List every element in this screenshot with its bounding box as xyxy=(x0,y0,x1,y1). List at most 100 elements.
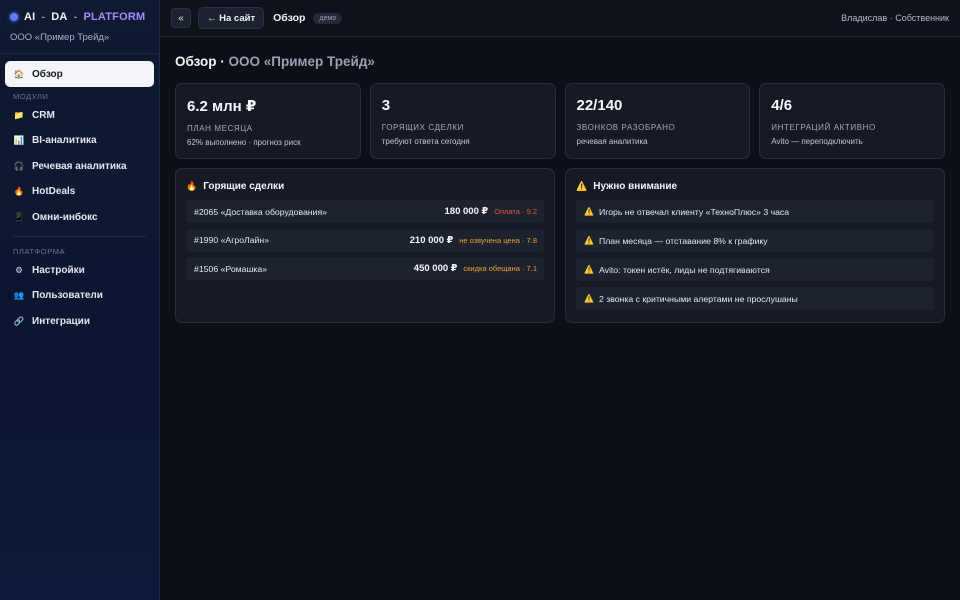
stat-label: ИНТЕГРАЦИЙ АКТИВНО xyxy=(771,123,876,132)
headphones-icon: 🎧 xyxy=(13,160,25,171)
brand-part-ai: AI xyxy=(24,11,36,23)
fire-icon: 🔥 xyxy=(186,181,198,191)
page-title: Обзор · ООО «Пример Трейд» xyxy=(175,54,945,70)
alert-item[interactable]: ⚠️ 2 звонка с критичными алертами не про… xyxy=(576,287,934,310)
warning-icon: ⚠️ xyxy=(584,294,594,303)
stat-label: ПЛАН МЕСЯЦА xyxy=(187,124,253,133)
brand-logo[interactable]: AI - DA - PLATFORM xyxy=(10,11,149,23)
collapse-sidebar-button[interactable]: « xyxy=(171,8,191,28)
deal-name: #2065 «Доставка оборудования» xyxy=(194,206,327,217)
sidebar-item-label: Пользователи xyxy=(32,290,103,301)
sidebar-item-label: BI-аналитика xyxy=(32,135,97,146)
sidebar-item-label: CRM xyxy=(32,109,55,121)
deal-name: #1990 «АгроЛайн» xyxy=(194,235,270,245)
alert-text: Avito: токен истёк, лиды не подтягиваютс… xyxy=(598,264,770,275)
stat-value: 22/140 xyxy=(576,97,623,114)
sidebar-item-label: Речевая аналитика xyxy=(32,160,127,172)
folder-icon: 📁 xyxy=(13,109,25,120)
sidebar-section-platform: ПЛАТФОРМА xyxy=(13,246,66,256)
alert-list: ⚠️ Игорь не отвечал клиенту «ТехноПлюс» … xyxy=(576,200,934,310)
demo-badge: демо xyxy=(313,12,343,24)
brand-separator: - xyxy=(41,11,46,23)
bar-chart-icon: 📊 xyxy=(13,135,25,145)
stat-subtitle: речевая аналитика xyxy=(576,137,648,146)
brand-dot-icon xyxy=(10,13,18,21)
sidebar: AI - DA - PLATFORM ООО «Пример Трейд» 🏠 … xyxy=(0,0,160,600)
attention-panel: ⚠️ Нужно внимание ⚠️ Игорь не отвечал кл… xyxy=(565,168,945,323)
deal-row[interactable]: #1990 «АгроЛайн» 210 000 ₽ не озвучена ц… xyxy=(186,228,544,252)
back-to-site-button[interactable]: ← На сайт xyxy=(198,7,265,29)
sidebar-item-overview[interactable]: 🏠 Обзор xyxy=(5,61,154,87)
stat-card-hot-deals[interactable]: 3 ГОРЯЩИХ СДЕЛКИ требуют ответа сегодня xyxy=(369,83,556,159)
deal-note: не озвучена цена · 7.8 xyxy=(459,235,537,245)
gear-icon: ⚙ xyxy=(15,264,23,275)
stats-row: 6.2 млн ₽ ПЛАН МЕСЯЦА 62% выполнено · пр… xyxy=(175,83,945,159)
deal-note: Оплата · 9.2 xyxy=(494,207,537,216)
panel-title-text: Горящие сделки xyxy=(203,181,285,192)
alert-item[interactable]: ⚠️ Avito: токен истёк, лиды не подтягива… xyxy=(576,258,934,281)
brand-separator: - xyxy=(73,11,78,23)
panel-title: ⚠️ Нужно внимание xyxy=(576,181,934,192)
deal-amount: 450 000 ₽ xyxy=(413,263,458,274)
warning-icon: ⚠️ xyxy=(576,181,588,191)
stat-label: ЗВОНКОВ РАЗОБРАНО xyxy=(576,123,676,132)
deal-name: #1506 «Ромашка» xyxy=(194,263,268,274)
alert-text: План месяца — отставание 8% к графику xyxy=(598,235,768,246)
brand-part-platform: PLATFORM xyxy=(83,11,146,23)
hot-deals-panel: 🔥 Горящие сделки #2065 «Доставка оборудо… xyxy=(175,168,555,323)
stat-value: 3 xyxy=(381,97,391,114)
topbar: « ← На сайт Обзор демо Владислав · Собст… xyxy=(160,0,960,37)
sidebar-item-crm[interactable]: 📁 CRM xyxy=(5,103,154,128)
link-icon: 🔗 xyxy=(13,315,25,326)
sidebar-nav: 🏠 Обзор МОДУЛИ 📁 CRM 📊 BI-аналитика 🎧 Ре… xyxy=(0,54,159,334)
sidebar-item-label: Настройки xyxy=(32,264,85,276)
deal-list: #2065 «Доставка оборудования» 180 000 ₽ … xyxy=(186,200,544,280)
sidebar-item-label: Интеграции xyxy=(32,315,90,327)
alert-item[interactable]: ⚠️ Игорь не отвечал клиенту «ТехноПлюс» … xyxy=(576,200,934,223)
sidebar-section-modules: МОДУЛИ xyxy=(13,91,49,101)
brand-part-da: DA xyxy=(51,11,68,23)
sidebar-item-label: HotDeals xyxy=(32,186,76,197)
sidebar-item-integrations[interactable]: 🔗 Интеграции xyxy=(5,309,154,334)
sidebar-item-settings[interactable]: ⚙ Настройки xyxy=(5,258,154,283)
panel-title: 🔥 Горящие сделки xyxy=(186,181,544,192)
stat-subtitle: Avito — переподключить xyxy=(771,137,863,146)
alert-item[interactable]: ⚠️ План месяца — отставание 8% к графику xyxy=(576,229,934,252)
sidebar-item-omni-inbox[interactable]: 📱 Омни-инбокс xyxy=(5,205,154,230)
warning-icon: ⚠️ xyxy=(584,207,594,216)
deal-amount: 210 000 ₽ xyxy=(409,234,454,246)
warning-icon: ⚠️ xyxy=(584,265,594,274)
sidebar-item-users[interactable]: 👥 Пользователи xyxy=(5,283,154,308)
main-content: Обзор · ООО «Пример Трейд» 6.2 млн ₽ ПЛА… xyxy=(175,54,945,323)
page-title-main: Обзор xyxy=(175,54,217,69)
alert-text: Игорь не отвечал клиенту «ТехноПлюс» 3 ч… xyxy=(598,206,790,217)
stat-card-calls[interactable]: 22/140 ЗВОНКОВ РАЗОБРАНО речевая аналити… xyxy=(564,83,751,159)
sidebar-item-speech[interactable]: 🎧 Речевая аналитика xyxy=(5,154,154,179)
sidebar-divider xyxy=(13,235,146,237)
sidebar-item-label: Омни-инбокс xyxy=(32,211,98,223)
users-icon: 👥 xyxy=(13,290,25,300)
stat-label: ГОРЯЩИХ СДЕЛКИ xyxy=(381,123,465,132)
deal-amount: 180 000 ₽ xyxy=(444,206,489,217)
stat-value: 4/6 xyxy=(771,97,793,114)
deal-row[interactable]: #1506 «Ромашка» 450 000 ₽ скидка обещана… xyxy=(186,257,544,280)
alert-text: 2 звонка с критичными алертами не прослу… xyxy=(598,293,798,304)
topbar-title: Обзор xyxy=(273,12,306,24)
panels-row: 🔥 Горящие сделки #2065 «Доставка оборудо… xyxy=(175,168,945,323)
sidebar-item-label: Обзор xyxy=(32,68,63,80)
fire-icon: 🔥 xyxy=(13,186,25,196)
stat-card-integrations[interactable]: 4/6 ИНТЕГРАЦИЙ АКТИВНО Avito — переподкл… xyxy=(759,83,945,159)
deal-row[interactable]: #2065 «Доставка оборудования» 180 000 ₽ … xyxy=(186,200,544,223)
sidebar-item-hotdeals[interactable]: 🔥 HotDeals xyxy=(5,179,154,204)
house-icon: 🏠 xyxy=(13,68,25,79)
sidebar-item-bi[interactable]: 📊 BI-аналитика xyxy=(5,128,154,153)
stat-card-plan[interactable]: 6.2 млн ₽ ПЛАН МЕСЯЦА 62% выполнено · пр… xyxy=(175,83,361,159)
brand: AI - DA - PLATFORM ООО «Пример Трейд» xyxy=(0,0,159,54)
stat-subtitle: требуют ответа сегодня xyxy=(381,137,470,146)
stat-subtitle: 62% выполнено · прогноз риск xyxy=(187,138,301,147)
page-title-company: ООО «Пример Трейд» xyxy=(228,54,375,69)
company-name: ООО «Пример Трейд» xyxy=(10,32,110,43)
user-menu[interactable]: Владислав · Собственник xyxy=(841,13,949,23)
page-title-separator: · xyxy=(216,54,229,69)
warning-icon: ⚠️ xyxy=(584,236,594,245)
